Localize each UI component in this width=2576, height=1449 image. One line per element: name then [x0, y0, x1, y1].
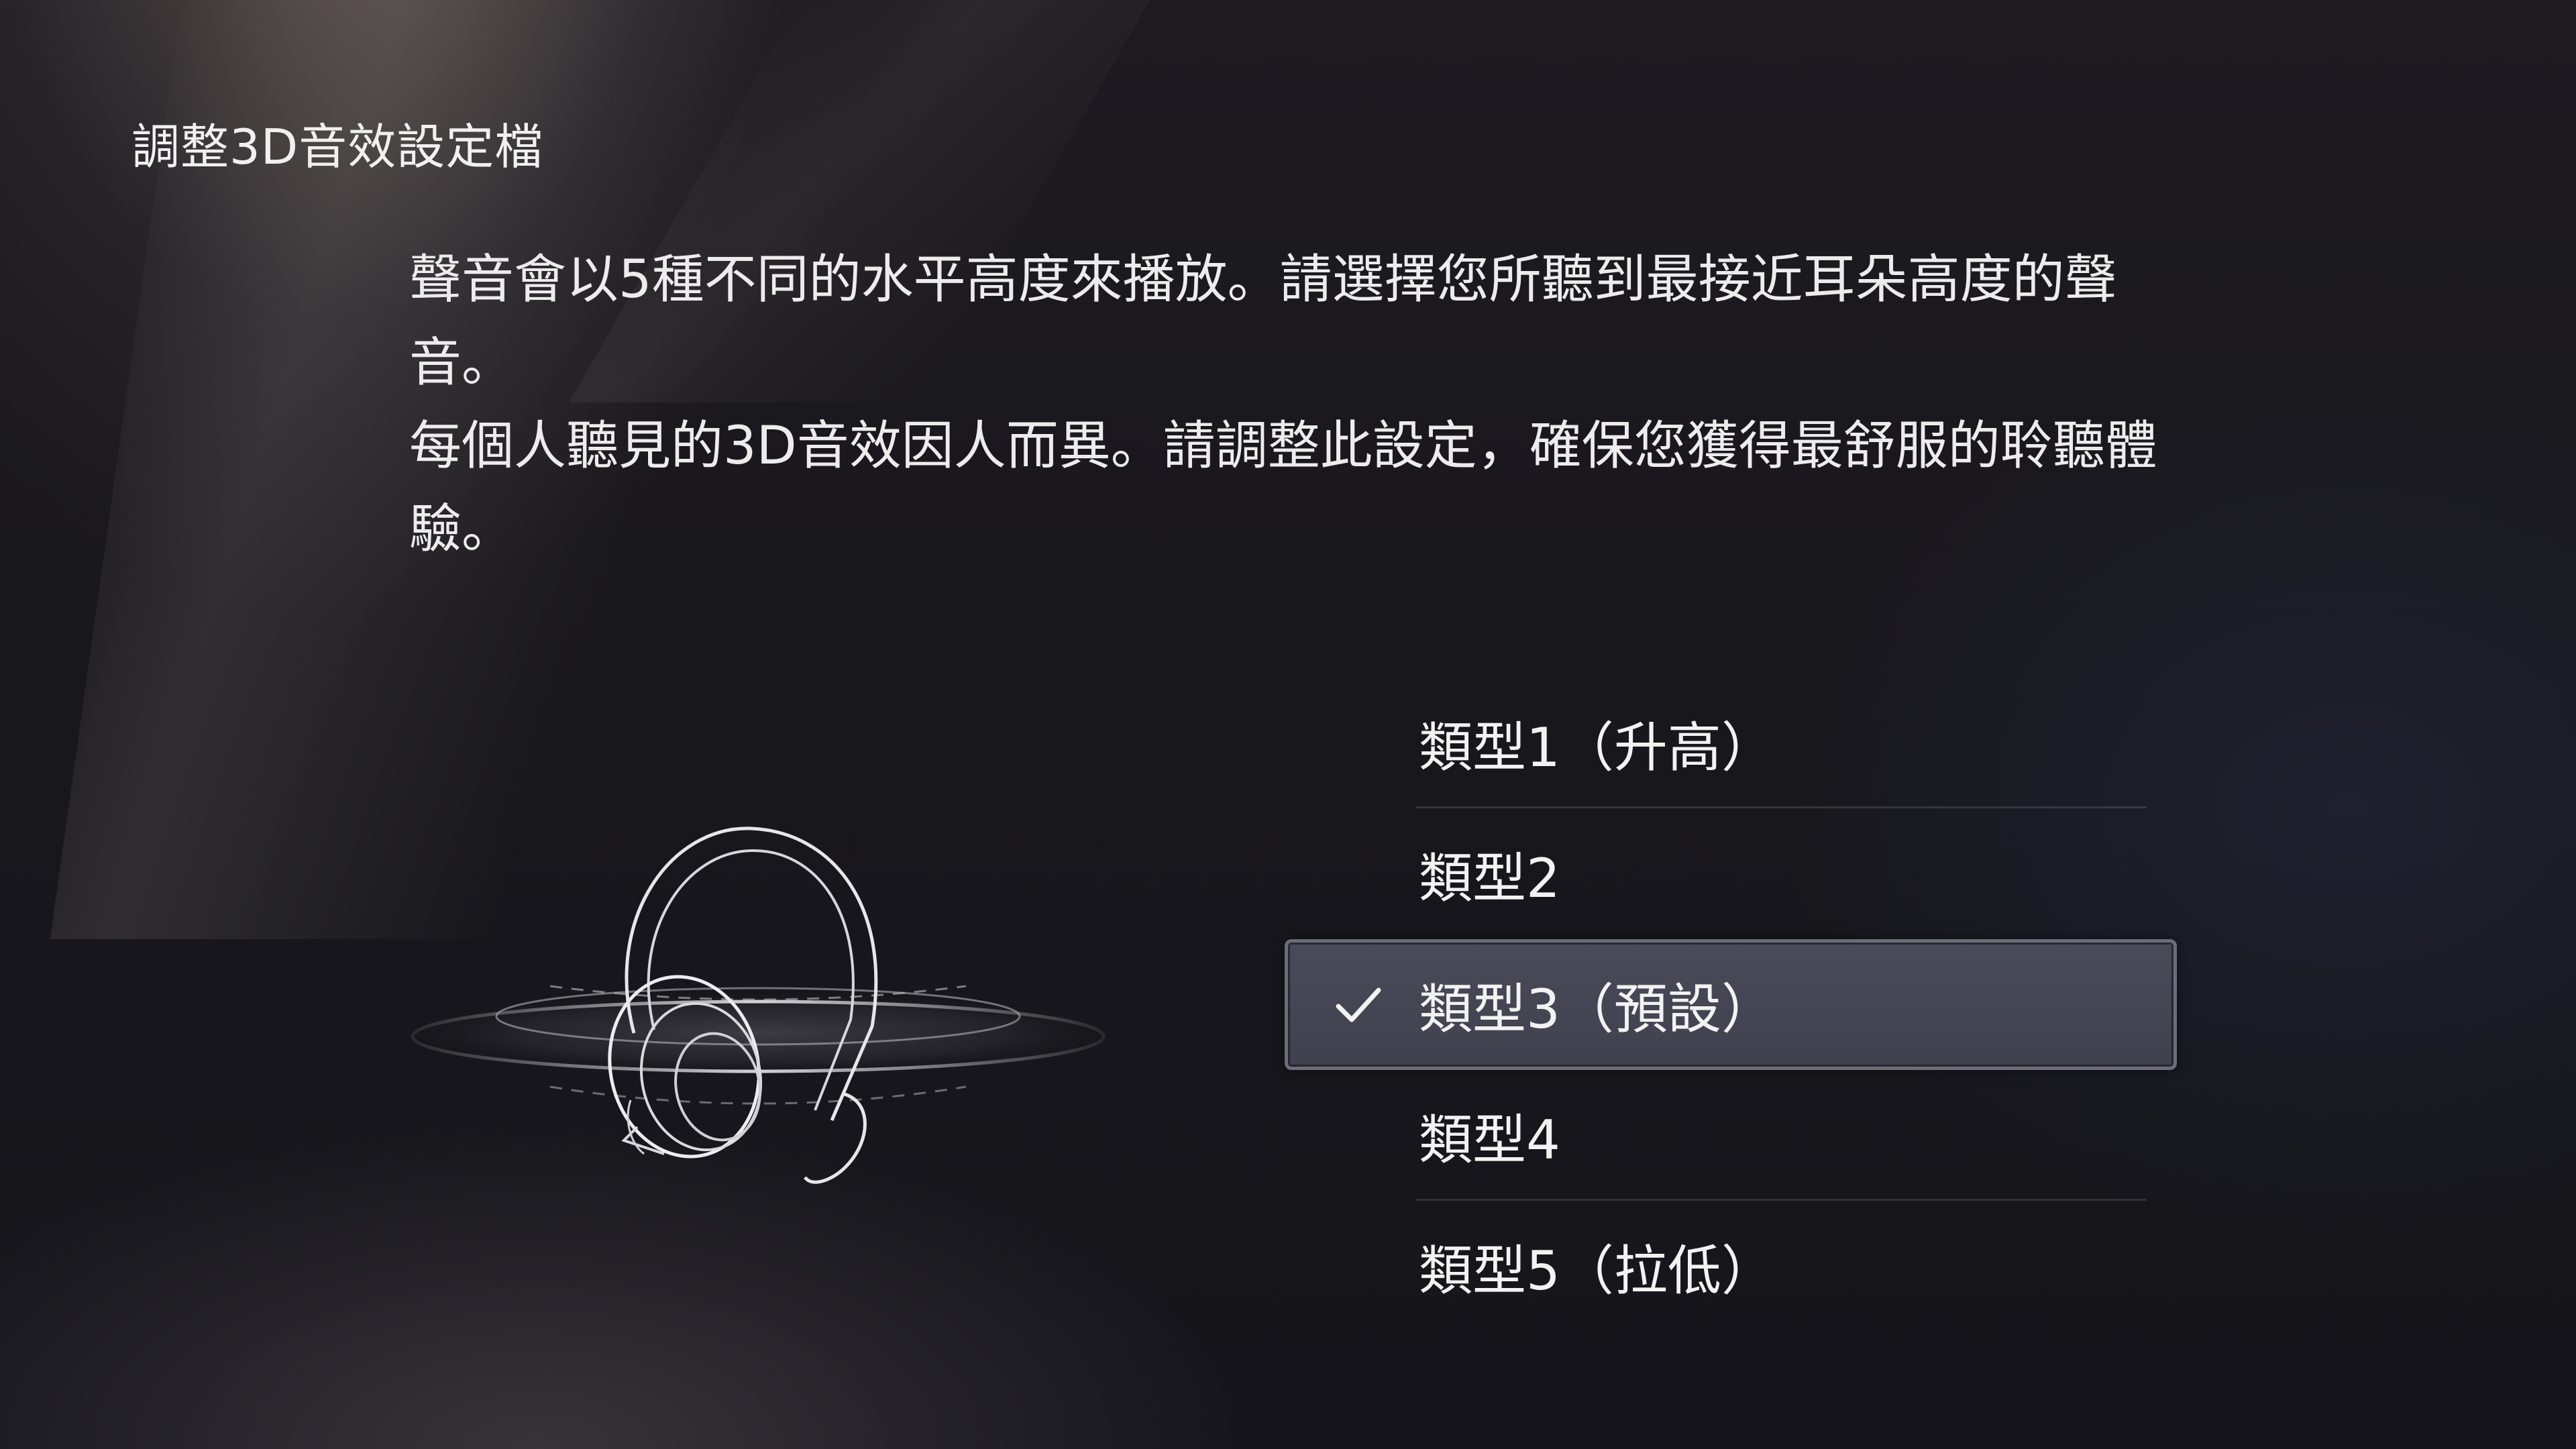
option-type-5[interactable]: 類型5（拉低） — [1285, 1201, 2177, 1332]
option-type-1[interactable]: 類型1（升高） — [1285, 678, 2177, 808]
page-title: 調整3D音效設定檔 — [131, 119, 544, 175]
screen: 調整3D音效設定檔 聲音會以5種不同的水平高度來播放。請選擇您所聽到最接近耳朵高… — [0, 0, 2576, 1449]
option-label: 類型3（預設） — [1419, 977, 1775, 1040]
option-type-4[interactable]: 類型4 — [1285, 1070, 2177, 1201]
headset-icon — [409, 826, 1107, 1184]
profile-options-list: 類型1（升高） 類型2 類型3（預設） 類型4 類型5（拉低） — [1285, 678, 2177, 1332]
option-type-2[interactable]: 類型2 — [1285, 808, 2177, 939]
option-label: 類型4 — [1419, 1108, 1560, 1171]
option-label: 類型2 — [1419, 847, 1560, 910]
description-paragraph-2: 每個人聽見的3D音效因人而異。請調整此設定，確保您獲得最舒服的聆聽體驗。 — [409, 416, 2157, 559]
checkmark-icon — [1336, 987, 1381, 1022]
description-paragraph-1: 聲音會以5種不同的水平高度來播放。請選擇您所聽到最接近耳朵高度的聲音。 — [409, 250, 2117, 393]
option-type-3-selected[interactable]: 類型3（預設） — [1285, 939, 2177, 1070]
option-label: 類型1（升高） — [1419, 716, 1775, 779]
description: 聲音會以5種不同的水平高度來播放。請選擇您所聽到最接近耳朵高度的聲音。 每個人聽… — [409, 238, 2180, 571]
option-label: 類型5（拉低） — [1419, 1239, 1775, 1302]
